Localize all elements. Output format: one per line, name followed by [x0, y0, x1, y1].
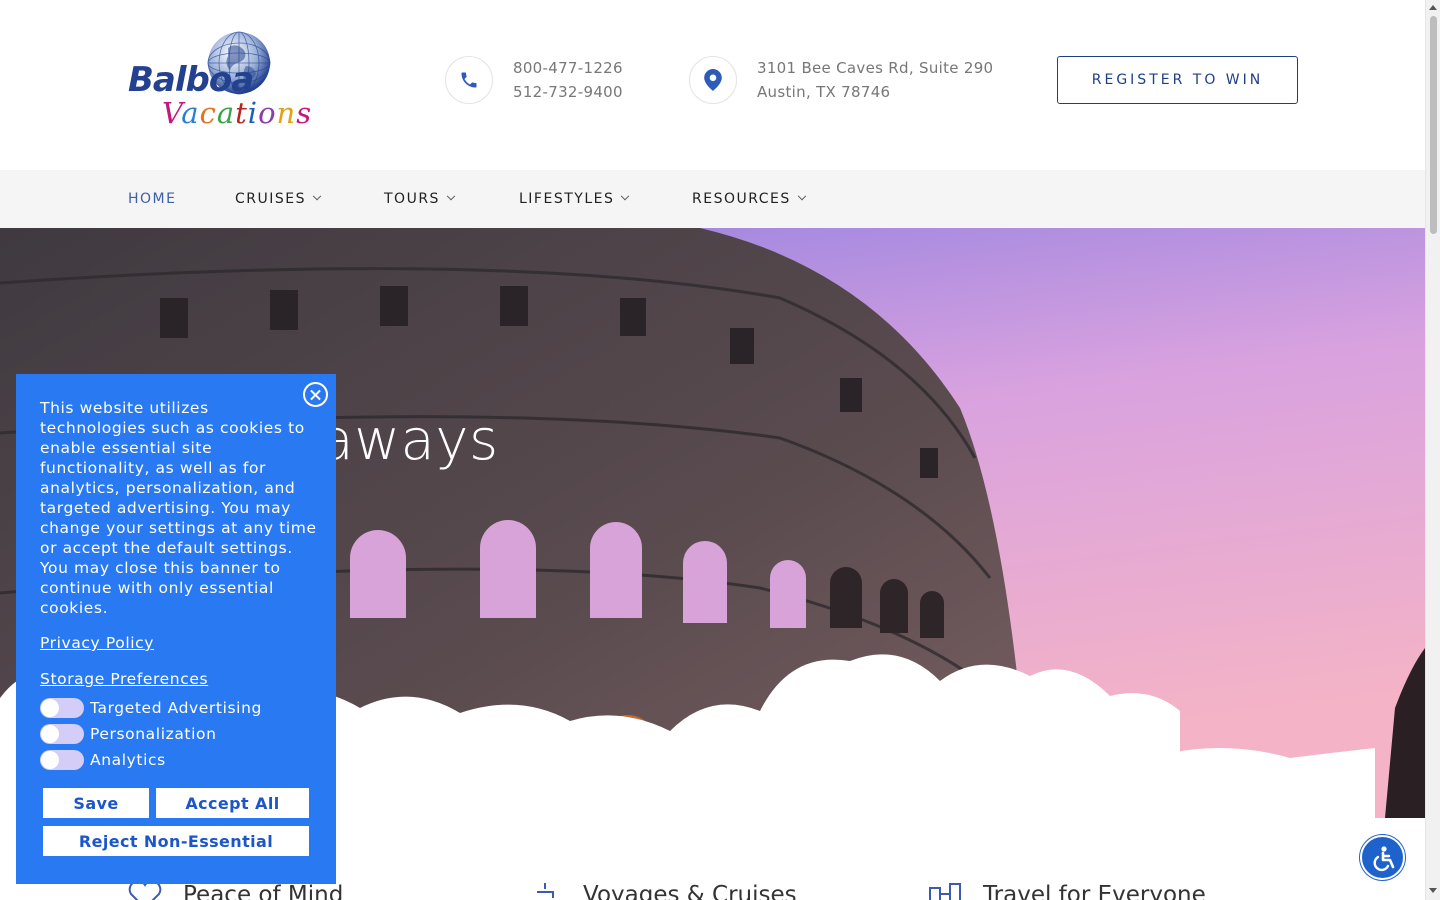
storage-preferences-link[interactable]: Storage Preferences	[40, 670, 208, 688]
chevron-down-icon	[797, 191, 807, 201]
feature-label: Voyages & Cruises	[583, 882, 797, 900]
nav-item-lifestyles[interactable]: LIFESTYLES	[519, 170, 630, 228]
accessibility-button[interactable]	[1360, 835, 1405, 880]
save-button[interactable]: Save	[43, 788, 149, 818]
map-pin-icon	[689, 56, 737, 104]
feature-label: Peace of Mind	[183, 882, 344, 900]
logo-tagline-text: Vacations	[162, 96, 313, 130]
nav-item-cruises[interactable]: CRUISES	[235, 170, 322, 228]
scroll-up-arrow-icon[interactable]	[1429, 5, 1437, 10]
chevron-down-icon	[621, 191, 630, 201]
phone-icon	[445, 56, 493, 104]
reject-non-essential-button[interactable]: Reject Non-Essential	[43, 826, 309, 856]
chevron-down-icon	[446, 191, 456, 201]
feature-voyages-cruises: Voyages & Cruises	[527, 880, 797, 900]
main-navigation: HOME CRUISES TOURS LIFESTYLES RESOURCES	[0, 170, 1425, 228]
nav-item-home[interactable]: HOME	[128, 170, 176, 228]
toggle-label: Targeted Advertising	[90, 699, 262, 717]
office-address: 3101 Bee Caves Rd, Suite 290 Austin, TX …	[757, 56, 993, 104]
nav-item-label: TOURS	[384, 191, 440, 207]
chevron-down-icon	[312, 191, 322, 201]
ship-icon	[537, 883, 554, 898]
nav-item-label: RESOURCES	[692, 191, 791, 207]
feature-travel-for-everyone: Travel for Everyone	[927, 880, 1206, 900]
targeted-advertising-toggle[interactable]	[40, 698, 84, 718]
toggle-row-personalization: Personalization	[40, 723, 217, 745]
accept-all-button[interactable]: Accept All	[156, 788, 309, 818]
nav-item-label: HOME	[128, 191, 177, 207]
nav-item-label: CRUISES	[235, 191, 306, 207]
toggle-row-analytics: Analytics	[40, 749, 166, 771]
feature-label: Travel for Everyone	[983, 882, 1206, 900]
address-line-1: 3101 Bee Caves Rd, Suite 290	[757, 59, 994, 77]
accessibility-icon	[1373, 845, 1394, 871]
phone-number-primary[interactable]: 800-477-1226	[513, 56, 623, 80]
city-building-icon	[929, 883, 961, 900]
cookie-consent-banner: This website utilizes technologies such …	[16, 374, 336, 884]
nav-item-label: LIFESTYLES	[519, 191, 615, 207]
cookie-consent-text: This website utilizes technologies such …	[40, 399, 317, 617]
site-header: Balboa Vacations 800-477-1226 512-732-94…	[0, 0, 1425, 170]
phone-numbers: 800-477-1226 512-732-9400	[513, 56, 623, 104]
analytics-toggle[interactable]	[40, 750, 84, 770]
balboa-vacations-logo[interactable]: Balboa Vacations	[126, 30, 326, 134]
personalization-toggle[interactable]	[40, 724, 84, 744]
scrollbar-thumb[interactable]	[1430, 16, 1437, 234]
address-line-2: Austin, TX 78746	[757, 83, 891, 101]
nav-item-resources[interactable]: RESOURCES	[692, 170, 807, 228]
logo-brand-text: Balboa	[128, 60, 254, 100]
scroll-down-arrow-icon[interactable]	[1429, 888, 1437, 893]
toggle-label: Personalization	[90, 725, 217, 743]
phone-number-secondary[interactable]: 512-732-9400	[513, 80, 623, 104]
toggle-row-targeted-advertising: Targeted Advertising	[40, 697, 262, 719]
privacy-policy-link[interactable]: Privacy Policy	[40, 634, 154, 652]
register-to-win-button[interactable]: REGISTER TO WIN	[1057, 56, 1298, 104]
page-scrollbar[interactable]	[1425, 0, 1440, 900]
toggle-label: Analytics	[90, 751, 166, 769]
nav-item-tours[interactable]: TOURS	[384, 170, 456, 228]
